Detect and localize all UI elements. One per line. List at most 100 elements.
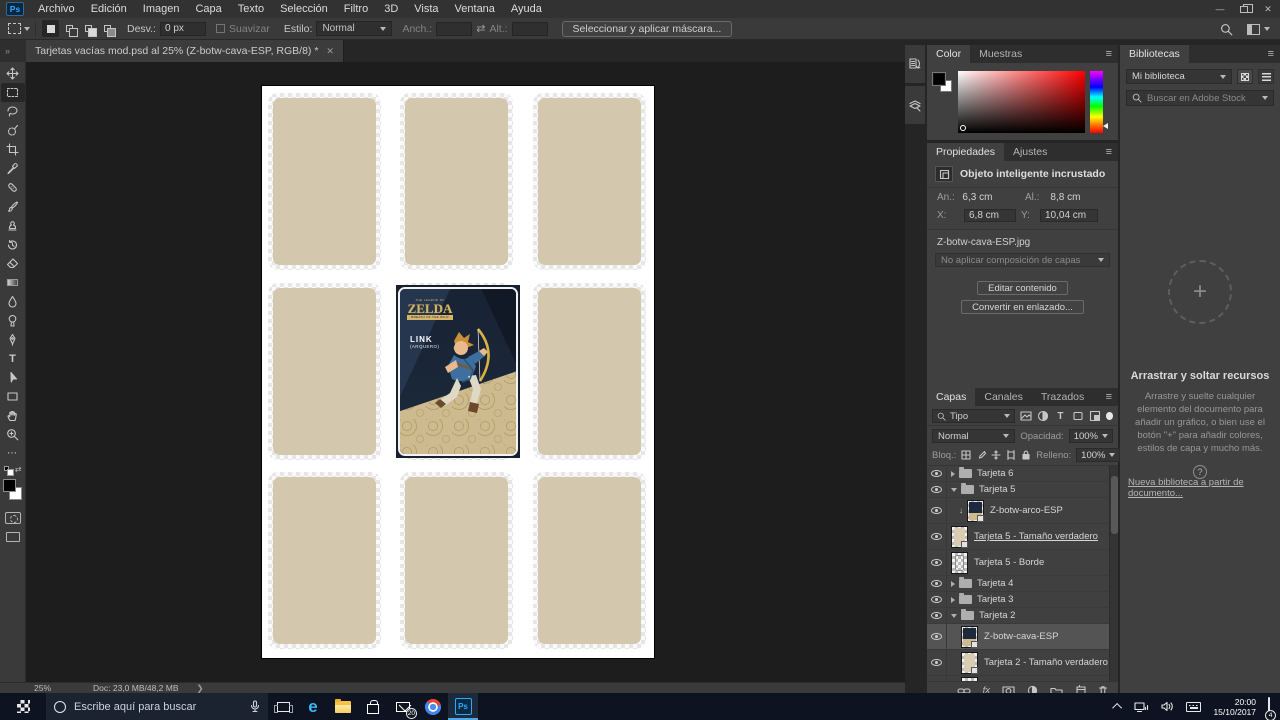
visibility-eye-icon[interactable]: [931, 486, 942, 493]
swap-colors-icon[interactable]: ⇄: [15, 465, 22, 474]
action-center-button[interactable]: 4: [1268, 698, 1270, 716]
edit-toolbar-button[interactable]: ⋯: [1, 444, 25, 463]
default-colors-icon[interactable]: [4, 466, 9, 471]
history-panel-button[interactable]: [905, 45, 925, 83]
width-input[interactable]: [436, 22, 472, 36]
tab-capas[interactable]: Capas: [927, 388, 975, 406]
history-brush-tool[interactable]: [1, 235, 25, 254]
layer-row-z-botw-cava-selected[interactable]: Z-botw-cava-ESP: [927, 624, 1118, 650]
height-input[interactable]: [512, 22, 548, 36]
lasso-tool[interactable]: [1, 102, 25, 121]
volume-icon[interactable]: [1161, 701, 1174, 712]
collapse-arrow-icon[interactable]: [951, 614, 957, 618]
add-asset-dropzone[interactable]: +: [1168, 260, 1232, 324]
lock-position-button[interactable]: [991, 450, 1001, 460]
pen-tool[interactable]: [1, 330, 25, 349]
panel-menu-icon[interactable]: ≡: [1100, 45, 1118, 63]
fill-input[interactable]: 100%: [1076, 448, 1120, 462]
tab-trazados[interactable]: Trazados: [1032, 388, 1093, 406]
path-selection-tool[interactable]: [1, 368, 25, 387]
menu-vista[interactable]: Vista: [406, 0, 446, 18]
document-tab[interactable]: Tarjetas vacías mod.psd al 25% (Z-botw-c…: [26, 40, 344, 62]
x-input[interactable]: 6,8 cm: [964, 209, 1016, 222]
rectangle-shape-tool[interactable]: [1, 387, 25, 406]
status-expand-icon[interactable]: ❯: [197, 683, 204, 694]
visibility-eye-icon[interactable]: [931, 596, 942, 603]
chrome-taskbar-button[interactable]: [418, 693, 448, 720]
foreground-color-swatch[interactable]: [933, 73, 945, 85]
layer-row-tarjeta-3[interactable]: Tarjeta 3: [927, 592, 1118, 608]
foreground-color-swatch[interactable]: [3, 479, 16, 492]
expand-arrow-icon[interactable]: [951, 581, 955, 587]
menu-seleccion[interactable]: Selección: [272, 0, 336, 18]
list-view-button[interactable]: [1258, 69, 1274, 84]
filter-smart-objects-button[interactable]: [1088, 409, 1101, 423]
menu-filtro[interactable]: Filtro: [336, 0, 376, 18]
tool-preset-picker[interactable]: [8, 23, 30, 34]
visibility-eye-icon[interactable]: [931, 612, 942, 619]
layer-comp-select[interactable]: No aplicar composición de capas: [935, 253, 1110, 267]
move-tool[interactable]: [1, 64, 25, 83]
adobe-stock-search[interactable]: Buscar en Adobe Stock: [1126, 90, 1274, 106]
new-library-from-document-link[interactable]: Nueva biblioteca a partir de documento..…: [1128, 477, 1280, 499]
hue-marker[interactable]: [1103, 123, 1108, 129]
tab-ajustes[interactable]: Ajustes: [1004, 143, 1056, 161]
menu-archivo[interactable]: Archivo: [30, 0, 83, 18]
store-taskbar-button[interactable]: [358, 693, 388, 720]
expand-arrow-icon[interactable]: [951, 471, 955, 477]
menu-ventana[interactable]: Ventana: [447, 0, 503, 18]
lock-pixels-button[interactable]: [976, 450, 986, 460]
edit-content-button[interactable]: Editar contenido: [977, 281, 1068, 295]
panel-menu-icon[interactable]: ≡: [1100, 143, 1118, 161]
collapse-arrow-icon[interactable]: [951, 488, 957, 492]
layer-row-z-botw-arco[interactable]: ↓ Z-botw-arco-ESP: [927, 498, 1118, 524]
saturation-brightness-field[interactable]: [958, 71, 1085, 133]
brush-tool[interactable]: [1, 197, 25, 216]
quick-mask-button[interactable]: [5, 512, 21, 524]
gradient-tool[interactable]: [1, 273, 25, 292]
library-select[interactable]: Mi biblioteca: [1126, 69, 1232, 84]
visibility-eye-icon[interactable]: [931, 559, 942, 566]
screen-mode-button[interactable]: [6, 532, 20, 542]
tab-bibliotecas[interactable]: Bibliotecas: [1120, 45, 1189, 63]
toolbar-collapse-button[interactable]: »: [0, 40, 26, 62]
layer-filter-select[interactable]: Tipo: [932, 409, 1015, 423]
visibility-eye-icon[interactable]: [931, 507, 942, 514]
add-to-selection-button[interactable]: [61, 20, 78, 37]
eyedropper-tool[interactable]: [1, 159, 25, 178]
menu-ayuda[interactable]: Ayuda: [503, 0, 550, 18]
opacity-input[interactable]: 100%: [1069, 429, 1113, 443]
visibility-eye-icon[interactable]: [931, 659, 942, 666]
dodge-tool[interactable]: [1, 311, 25, 330]
convert-to-linked-button[interactable]: Convertir en enlazado...: [961, 300, 1084, 314]
menu-texto[interactable]: Texto: [230, 0, 272, 18]
filter-shape-layers-button[interactable]: [1071, 409, 1084, 423]
show-hidden-icons-chevron[interactable]: [1113, 703, 1123, 713]
menu-imagen[interactable]: Imagen: [135, 0, 188, 18]
taskbar-search-box[interactable]: Escribe aquí para buscar: [46, 693, 268, 720]
close-document-icon[interactable]: ✕: [326, 46, 334, 57]
swap-dimensions-icon[interactable]: ⇄: [476, 22, 485, 35]
zoom-level-field[interactable]: 25%: [34, 683, 51, 693]
panel-color-swatches[interactable]: [933, 73, 959, 99]
layer-row-tarjeta-6[interactable]: Tarjeta 6: [927, 466, 1118, 482]
layer-row-tarjeta5-tamano[interactable]: Tarjeta 5 - Tamaño verdadero: [927, 524, 1118, 550]
lock-artboard-button[interactable]: [1006, 450, 1016, 460]
mail-taskbar-button[interactable]: 20: [388, 693, 418, 720]
hue-slider[interactable]: [1090, 71, 1103, 133]
select-and-mask-button[interactable]: Seleccionar y aplicar máscara...: [562, 21, 733, 37]
tab-color[interactable]: Color: [927, 45, 970, 63]
tab-canales[interactable]: Canales: [975, 388, 1032, 406]
layer-row-tarjeta2-tamano[interactable]: Tarjeta 2 - Tamaño verdadero: [927, 650, 1118, 676]
grid-view-button[interactable]: [1237, 69, 1253, 84]
layer-row-tarjeta-5[interactable]: Tarjeta 5: [927, 482, 1118, 498]
layers-scrollbar[interactable]: [1109, 466, 1118, 682]
panel-menu-icon[interactable]: ≡: [1262, 45, 1280, 63]
microphone-icon[interactable]: [250, 700, 260, 713]
spot-healing-brush-tool[interactable]: [1, 178, 25, 197]
layer-row-tarjeta-4[interactable]: Tarjeta 4: [927, 576, 1118, 592]
crop-tool[interactable]: [1, 140, 25, 159]
visibility-eye-icon[interactable]: [931, 470, 942, 477]
new-selection-button[interactable]: [42, 20, 59, 37]
layer-row-partial[interactable]: [927, 676, 1118, 682]
